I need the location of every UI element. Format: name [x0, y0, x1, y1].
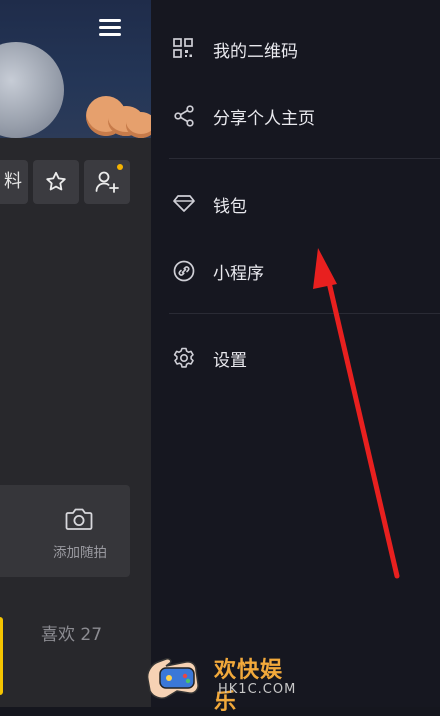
- watermark: 欢快娱乐 HK1C.COM: [142, 650, 302, 715]
- game-controller-hands-icon: [146, 658, 199, 699]
- annotation-arrow: [313, 248, 400, 579]
- watermark-domain: HK1C.COM: [218, 682, 297, 697]
